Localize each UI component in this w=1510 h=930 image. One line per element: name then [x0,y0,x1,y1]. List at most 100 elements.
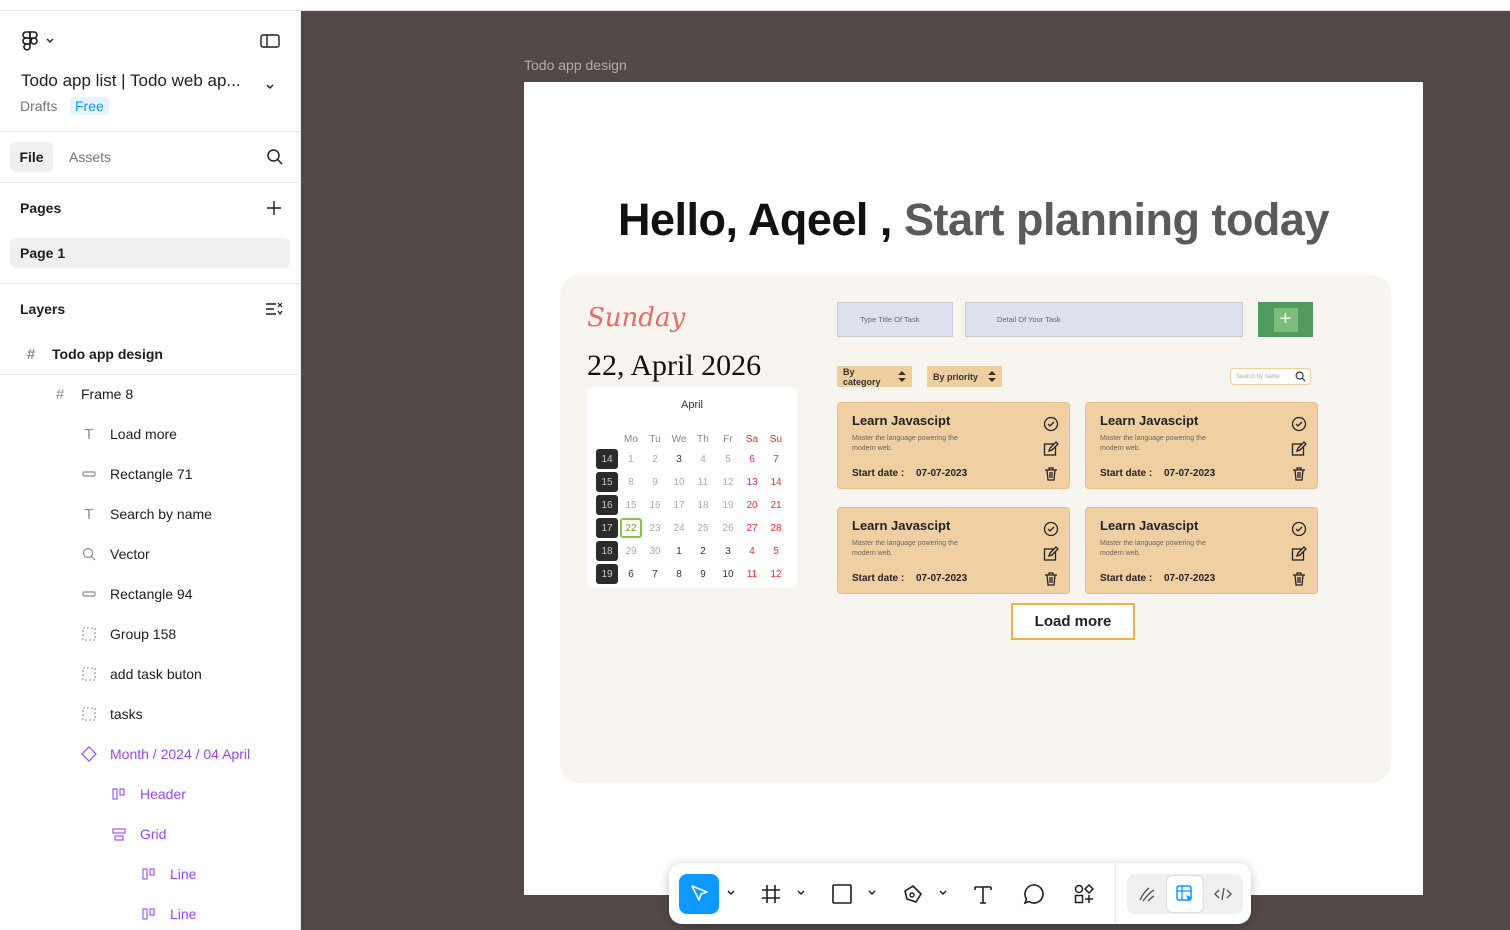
pen-tool-button[interactable] [893,874,933,914]
layer-row[interactable]: Group 158 [0,614,300,654]
calendar-day[interactable]: 25 [691,517,715,540]
layer-row[interactable]: Line [0,854,300,894]
calendar-day[interactable]: 23 [643,517,667,540]
filter-by-category[interactable]: By category [837,366,912,387]
calendar-day[interactable]: 11 [740,563,764,586]
headline[interactable]: Hello, Aqeel , Start planning today [524,194,1423,246]
calendar-day[interactable]: 2 [643,448,667,471]
delete-task-icon[interactable] [1291,571,1307,587]
calendar-day[interactable]: 19 [716,494,740,517]
calendar-day[interactable]: 7 [643,563,667,586]
delete-task-icon[interactable] [1043,571,1059,587]
add-task-button[interactable]: + [1258,302,1313,337]
complete-task-icon[interactable] [1043,521,1059,537]
month-calendar[interactable]: April Mo Tu We Th Fr Sa Su 14 1 2 3 4 5 6 7 15 8 9 10 11 12 1… [587,387,797,588]
task-detail-input[interactable]: Detail Of Your Task [965,302,1243,337]
chevron-down-icon[interactable] [726,888,736,898]
calendar-day[interactable]: 20 [740,494,764,517]
calendar-day[interactable]: 4 [691,448,715,471]
calendar-day[interactable]: 12 [764,563,788,586]
calendar-day[interactable]: 4 [740,540,764,563]
complete-task-icon[interactable] [1291,416,1307,432]
calendar-day[interactable]: 18 [691,494,715,517]
calendar-day[interactable]: 10 [667,471,691,494]
file-location[interactable]: Drafts [20,98,57,114]
layer-row[interactable]: T Search by name [0,494,300,534]
filter-by-priority[interactable]: By priority [927,366,1002,387]
chevron-down-icon[interactable] [796,888,806,898]
calendar-day[interactable]: 10 [716,563,740,586]
load-more-button[interactable]: Load more [1011,603,1135,640]
layer-row[interactable]: Vector [0,534,300,574]
edit-task-icon[interactable] [1291,546,1307,562]
plan-badge[interactable]: Free [70,97,109,115]
design-mode-button[interactable] [1167,876,1203,912]
frame-tool-button[interactable] [751,874,791,914]
layer-row[interactable]: add task buton [0,654,300,694]
tab-file[interactable]: File [10,142,53,172]
calendar-day[interactable]: 29 [619,540,643,563]
rectangle-tool-button[interactable] [822,874,862,914]
layer-row[interactable]: T Load more [0,414,300,454]
calendar-day[interactable]: 5 [764,540,788,563]
edit-task-icon[interactable] [1043,441,1059,457]
task-card[interactable]: Learn Javascipt Master the language power… [1085,402,1318,489]
calendar-day[interactable]: 9 [643,471,667,494]
calendar-day[interactable]: 9 [691,563,715,586]
todo-app-frame[interactable]: Hello, Aqeel , Start planning today Sund… [524,82,1423,895]
search-layers-button[interactable] [266,148,284,166]
calendar-day[interactable]: 24 [667,517,691,540]
calendar-day[interactable]: 7 [764,448,788,471]
layer-row[interactable]: Rectangle 71 [0,454,300,494]
complete-task-icon[interactable] [1043,416,1059,432]
move-tool-button[interactable] [679,874,719,914]
calendar-day[interactable]: 30 [643,540,667,563]
layer-row[interactable]: Rectangle 94 [0,574,300,614]
design-canvas[interactable]: Todo app design Hello, Aqeel , Start pla… [301,11,1510,930]
chevron-down-icon[interactable] [867,888,877,898]
layer-row[interactable]: Grid [0,814,300,854]
add-page-button[interactable] [265,199,283,217]
main-menu-button[interactable] [20,30,54,52]
layer-row[interactable]: tasks [0,694,300,734]
complete-task-icon[interactable] [1291,521,1307,537]
frame-label[interactable]: Todo app design [524,57,627,73]
task-card[interactable]: Learn Javascipt Master the language power… [837,402,1070,489]
calendar-day[interactable]: 17 [667,494,691,517]
calendar-day[interactable]: 14 [764,471,788,494]
toggle-sidebar-button[interactable] [260,33,280,49]
task-title-input[interactable]: Type Title Of Task [837,302,953,337]
calendar-day[interactable]: 8 [667,563,691,586]
delete-task-icon[interactable] [1043,466,1059,482]
layer-row[interactable]: Line [0,894,300,930]
calendar-day[interactable]: 1 [619,448,643,471]
calendar-day[interactable]: 21 [764,494,788,517]
calendar-day[interactable]: 27 [740,517,764,540]
calendar-day[interactable]: 3 [667,448,691,471]
calendar-day[interactable]: 12 [716,471,740,494]
task-card[interactable]: Learn Javascipt Master the language power… [1085,507,1318,594]
calendar-day[interactable]: 28 [764,517,788,540]
file-menu-chevron[interactable] [266,77,274,95]
calendar-day[interactable]: 16 [643,494,667,517]
calendar-day[interactable]: 2 [691,540,715,563]
calendar-day[interactable]: 26 [716,517,740,540]
calendar-day[interactable]: 6 [740,448,764,471]
layer-row[interactable]: # Todo app design [0,334,300,374]
calendar-day[interactable]: 3 [716,540,740,563]
edit-task-icon[interactable] [1291,441,1307,457]
layer-row[interactable]: # Frame 8 [0,374,300,414]
draw-mode-button[interactable] [1129,876,1165,912]
calendar-day[interactable]: 11 [691,471,715,494]
edit-task-icon[interactable] [1043,546,1059,562]
layer-row[interactable]: Month / 2024 / 04 April [0,734,300,774]
layer-row[interactable]: Header [0,774,300,814]
actions-tool-button[interactable] [1064,874,1104,914]
calendar-day[interactable]: 13 [740,471,764,494]
tab-assets[interactable]: Assets [69,149,111,165]
app-panel[interactable]: Sunday 22, April 2026 April Mo Tu We Th Fr Sa… [560,275,1391,783]
calendar-day[interactable]: 6 [619,563,643,586]
calendar-day[interactable]: 22 [620,518,642,538]
calendar-day[interactable]: 5 [716,448,740,471]
search-by-name-input[interactable]: Search by name [1230,368,1311,385]
